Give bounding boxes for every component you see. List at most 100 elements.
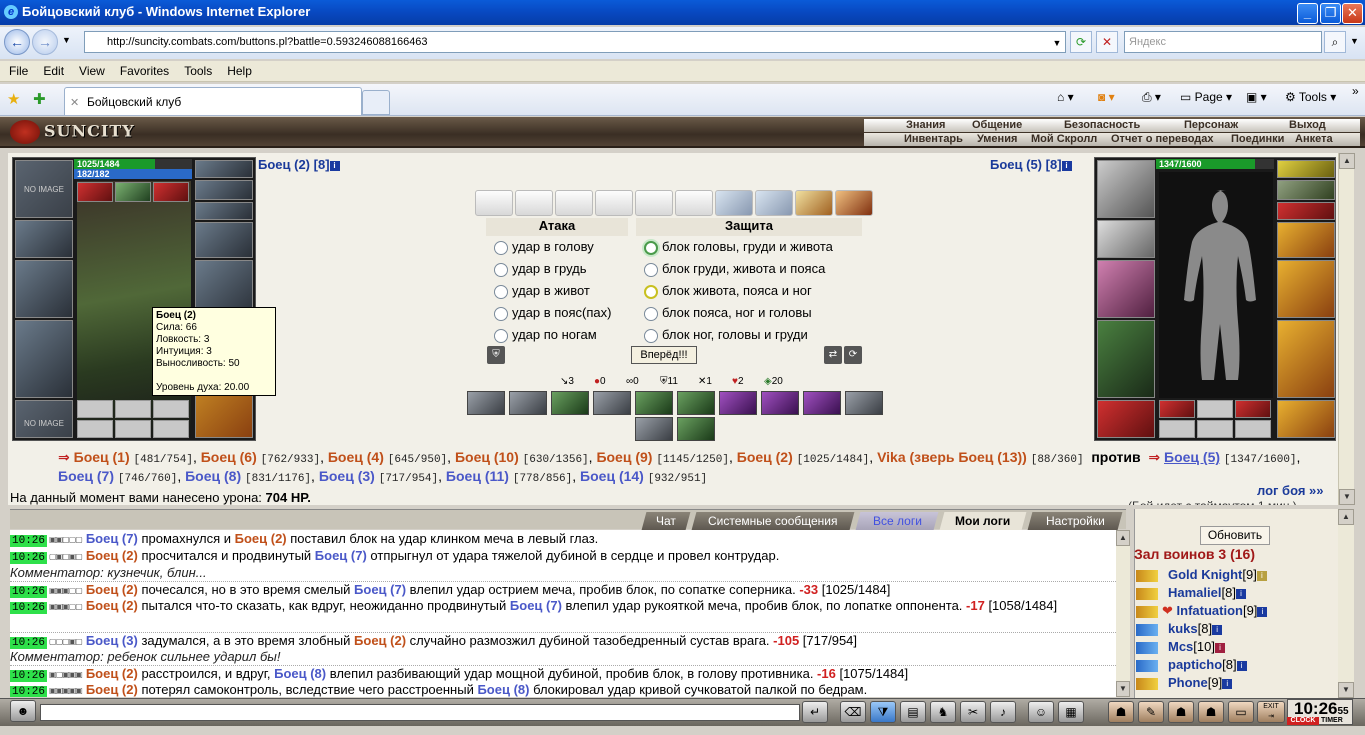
right-fighter-name[interactable]: Боец (5) [8] i xyxy=(990,157,1072,172)
window-title-bar[interactable]: e Бойцовский клуб - Windows Internet Exp… xyxy=(0,0,1365,25)
fighter-link[interactable]: Боец (7) xyxy=(58,468,114,484)
page-menu-button[interactable]: ▭ Page ▾ xyxy=(1180,90,1232,104)
tab-settings[interactable]: Настройки xyxy=(1027,512,1123,530)
address-dropdown-icon[interactable]: ▼ xyxy=(1048,33,1066,55)
refresh-icon[interactable]: ⟳ xyxy=(1070,31,1092,53)
small-slot-6[interactable] xyxy=(1235,420,1271,438)
home-icon[interactable]: ⌂ ▾ xyxy=(1057,90,1074,104)
room-user[interactable]: Mcs[10] i xyxy=(1136,638,1225,656)
go-button[interactable]: Вперёд!!! xyxy=(631,346,697,364)
maximize-icon[interactable]: ❐ xyxy=(1320,3,1341,24)
room-scrollbar[interactable]: ▲ ▼ xyxy=(1338,509,1354,698)
filter-icon[interactable]: ⧩ xyxy=(870,701,896,723)
small-slot-4[interactable] xyxy=(1159,420,1195,438)
scroll-slot-6[interactable] xyxy=(675,190,713,216)
armor-slot[interactable] xyxy=(1097,320,1155,398)
nav-transfer-report[interactable]: Отчет о переводах xyxy=(1111,133,1214,146)
skill-10[interactable] xyxy=(845,391,883,415)
add-favorite-icon[interactable]: ✚ xyxy=(33,90,46,108)
gloves-slot[interactable] xyxy=(195,222,253,258)
small-slot-2[interactable] xyxy=(115,400,151,418)
menu-favorites[interactable]: Favorites xyxy=(111,61,175,78)
block-chest-stomach-belt[interactable]: блок груди, живота и пояса xyxy=(636,258,825,280)
scroll-up-icon[interactable]: ▲ xyxy=(1338,509,1354,525)
shield-small-icon[interactable]: ⛨ xyxy=(487,346,505,364)
nav-knowledge[interactable]: Знания xyxy=(906,119,945,132)
info-icon[interactable]: i xyxy=(1236,660,1247,671)
tab-all-logs[interactable]: Все логи xyxy=(855,512,939,530)
info-icon[interactable]: i xyxy=(1214,642,1225,653)
eraser-icon[interactable]: ⌫ xyxy=(840,701,866,723)
amulet-slot[interactable] xyxy=(1277,180,1335,200)
info-icon[interactable]: i xyxy=(329,160,340,171)
nav-exit[interactable]: Выход xyxy=(1289,119,1326,132)
bracer-slot[interactable] xyxy=(15,220,73,258)
ring-slot-3[interactable] xyxy=(153,182,189,202)
info-icon[interactable]: i xyxy=(1235,588,1246,599)
attack-legs[interactable]: удар по ногам xyxy=(486,324,597,346)
fighter-link[interactable]: Боец (10) xyxy=(455,449,519,465)
attack-groin[interactable]: удар в пояс(пах) xyxy=(486,302,611,324)
ring-slot-2[interactable] xyxy=(115,182,151,202)
rings-slot[interactable] xyxy=(195,202,253,220)
tools-menu-button[interactable]: ⚙ Tools ▾ xyxy=(1285,90,1336,104)
scroll-slot-3[interactable] xyxy=(555,190,593,216)
info-icon[interactable]: i xyxy=(1212,624,1223,635)
scroll-slot-5[interactable] xyxy=(635,190,673,216)
small-slot-1[interactable] xyxy=(77,400,113,418)
menu-view[interactable]: View xyxy=(70,61,111,78)
room-user[interactable]: kuks[8] i xyxy=(1136,620,1223,638)
back-button[interactable]: ← xyxy=(4,29,30,55)
fighter-link[interactable]: Боец (6) xyxy=(201,449,257,465)
room-user[interactable]: Hamaliel[8] i xyxy=(1136,584,1246,602)
menu-edit[interactable]: Edit xyxy=(34,61,70,78)
earrings-slot[interactable] xyxy=(1277,160,1335,178)
scroll-slot-lock[interactable] xyxy=(755,190,793,216)
skill-6[interactable] xyxy=(677,391,715,415)
search-input[interactable]: Яндекс xyxy=(1124,31,1322,53)
block-legs-head-chest[interactable]: блок ног, головы и груди xyxy=(636,324,808,346)
small-slot-3[interactable] xyxy=(153,400,189,418)
block-stomach-belt-legs[interactable]: блок живота, пояса и ног xyxy=(636,280,812,302)
room-user[interactable]: papticho[8] i xyxy=(1136,656,1247,674)
skill-1[interactable] xyxy=(467,391,505,415)
gloves-slot[interactable] xyxy=(1277,222,1335,258)
close-icon[interactable]: ✕ xyxy=(1342,3,1363,24)
feeds-icon[interactable]: ◙ ▾ xyxy=(1098,90,1115,104)
chat-options-icon[interactable]: ▦ xyxy=(1058,701,1084,723)
scroll-slot-2[interactable] xyxy=(515,190,553,216)
scroll-down-icon[interactable]: ▼ xyxy=(1338,682,1354,698)
attack-chest[interactable]: удар в грудь xyxy=(486,258,587,280)
menu-tools[interactable]: Tools xyxy=(175,61,218,78)
safety-icon[interactable]: ▣ ▾ xyxy=(1246,90,1267,104)
leggings-slot[interactable] xyxy=(1277,320,1335,398)
fighter-link[interactable]: Боец (2) xyxy=(737,449,793,465)
more-icon[interactable]: » xyxy=(1352,84,1359,98)
weapon-slot[interactable] xyxy=(1097,260,1155,318)
bracer-slot[interactable] xyxy=(1097,220,1155,258)
nav-my-scroll[interactable]: Мой Скролл xyxy=(1031,133,1097,146)
nav-security[interactable]: Безопасность xyxy=(1064,119,1140,132)
exit-button[interactable]: EXIT ⇥ xyxy=(1257,701,1285,723)
small-slot-5[interactable] xyxy=(115,420,151,438)
room-user[interactable]: Phone[9] i xyxy=(1136,674,1233,692)
skill-8[interactable] xyxy=(761,391,799,415)
scroll-up-icon[interactable]: ▲ xyxy=(1339,153,1355,169)
nav-communication[interactable]: Общение xyxy=(972,119,1022,132)
fighter-link[interactable]: Боец (8) xyxy=(185,468,241,484)
skill-2[interactable] xyxy=(509,391,547,415)
block-belt-legs-head[interactable]: блок пояса, ног и головы xyxy=(636,302,812,324)
fighter-link[interactable]: Боец (1) xyxy=(74,449,130,465)
attack-stomach[interactable]: удар в живот xyxy=(486,280,590,302)
refresh-opponent-icon[interactable]: ⟳ xyxy=(844,346,862,364)
room-user[interactable]: Gold Knight[9] i xyxy=(1136,566,1267,584)
room-user[interactable]: ❤ Infatuation[9] i xyxy=(1136,602,1268,620)
nav-profile[interactable]: Анкета xyxy=(1295,133,1333,146)
skill-4[interactable] xyxy=(593,391,631,415)
left-fighter-name[interactable]: Боец (2) [8] i xyxy=(258,157,340,172)
scissors-icon[interactable]: ✂ xyxy=(960,701,986,723)
fighter-icon[interactable]: ♞ xyxy=(930,701,956,723)
search-icon[interactable]: ⌕ xyxy=(1324,31,1346,53)
small-slot-2[interactable] xyxy=(1197,400,1233,418)
small-slot-4[interactable] xyxy=(77,420,113,438)
